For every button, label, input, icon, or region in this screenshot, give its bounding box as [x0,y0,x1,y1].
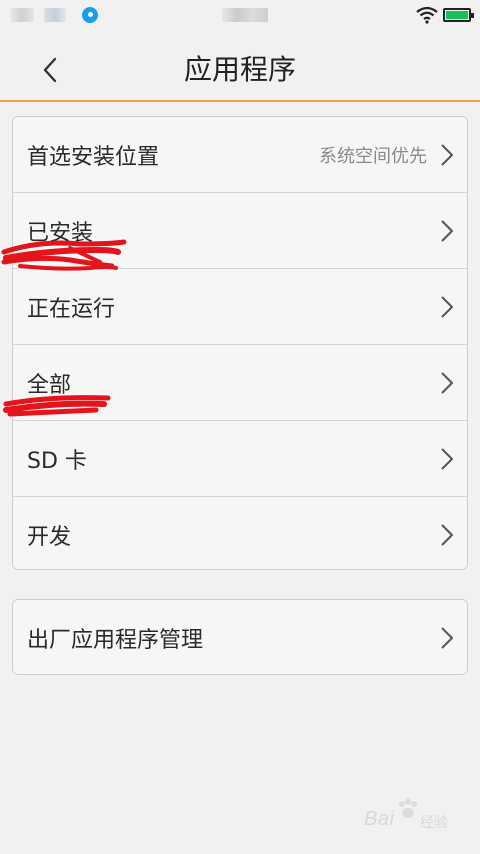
page-title: 应用程序 [183,53,296,86]
app-header: 应用程序 [0,32,480,102]
chevron-right-icon [437,522,457,548]
chevron-right-icon [437,294,457,320]
installed-row[interactable]: 已安装 [13,193,467,269]
chevron-right-icon [437,370,457,396]
sd-card-row[interactable]: SD 卡 [13,421,467,497]
row-label: 开发 [27,525,72,550]
row-label: 全部 [27,372,72,398]
notification-icon-blurred [44,8,66,22]
factory-apps-group: 出厂应用程序管理 [12,599,468,675]
chevron-right-icon [437,446,457,472]
status-bar [0,0,480,32]
app-notification-icon [82,7,98,23]
notification-icon-blurred [10,8,34,22]
watermark-text: Bai [364,808,395,830]
time-blurred [222,8,268,22]
row-value: 系统空间优先 [319,145,427,167]
chevron-right-icon [437,142,457,168]
row-label: 首选安装位置 [27,144,160,170]
watermark-subtext: 经验 [420,814,448,830]
development-row[interactable]: 开发 [13,497,467,569]
row-label: 已安装 [27,220,94,246]
factory-apps-row[interactable]: 出厂应用程序管理 [13,600,467,674]
settings-group: 首选安装位置 系统空间优先 已安装 正在运行 全部 SD 卡 开发 [12,116,468,570]
wifi-icon [416,6,438,24]
install-location-row[interactable]: 首选安装位置 系统空间优先 [13,117,467,193]
chevron-right-icon [437,218,457,244]
row-label: 正在运行 [27,296,116,322]
row-label: 出厂应用程序管理 [27,628,204,653]
running-row[interactable]: 正在运行 [13,269,467,345]
baidu-watermark: Bai 经验 [362,798,472,834]
battery-icon [443,8,474,22]
chevron-right-icon [437,625,457,651]
all-apps-row[interactable]: 全部 [13,345,467,421]
row-label: SD 卡 [27,448,87,474]
paw-icon [399,798,417,818]
